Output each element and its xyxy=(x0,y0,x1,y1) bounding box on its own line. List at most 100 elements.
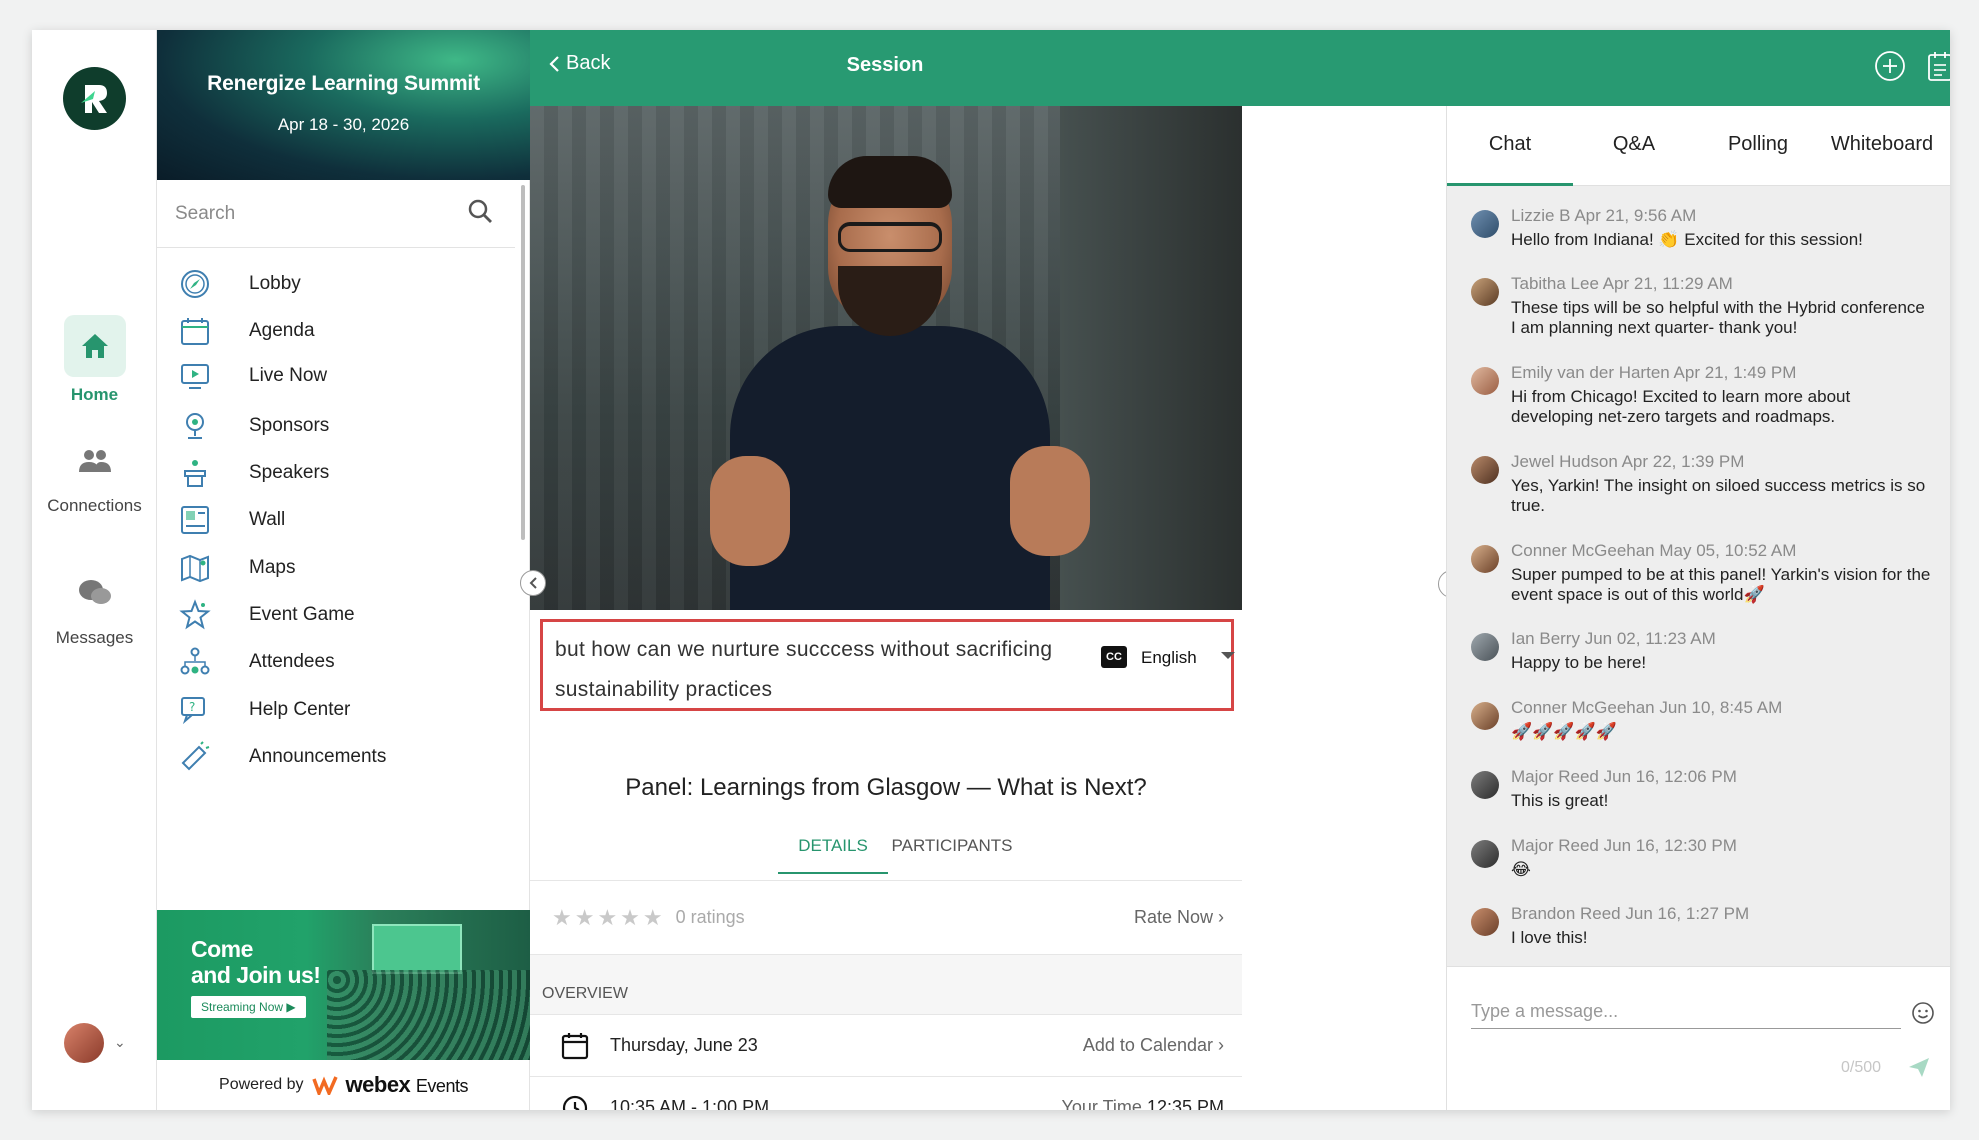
menu-item-attendees[interactable]: Attendees xyxy=(157,636,515,688)
avatar xyxy=(1471,633,1499,661)
menu-item-lobby[interactable]: Lobby xyxy=(157,258,515,310)
connections-icon xyxy=(78,450,111,472)
tab-participants[interactable]: PARTICIPANTS xyxy=(882,832,1022,874)
menu-item-announcements[interactable]: Announcements xyxy=(157,731,515,783)
event-banner: Renergize Learning Summit Apr 18 - 30, 2… xyxy=(157,30,530,180)
date-row: Thursday, June 23 Add to Calendar › xyxy=(530,1014,1242,1076)
chat-messages: Lizzie B Apr 21, 9:56 AM Hello from Indi… xyxy=(1447,186,1950,966)
page-title: Session xyxy=(846,54,924,76)
session-header: Back Session xyxy=(530,30,1950,106)
powered-by-label: Powered by xyxy=(219,1076,304,1093)
your-time: Your Time 12:35 PM xyxy=(1061,1097,1224,1110)
character-counter: 0/500 xyxy=(1841,1059,1882,1076)
megaphone-icon xyxy=(177,739,213,775)
ratings-count: 0 ratings xyxy=(675,907,745,927)
speaker-hand-left xyxy=(710,456,790,566)
search-icon[interactable] xyxy=(467,198,493,229)
video-player[interactable] xyxy=(530,106,1242,610)
rating-stars[interactable]: ★★★★★ xyxy=(552,905,666,931)
messages-icon xyxy=(78,580,111,604)
session-time: 10:35 AM - 1:00 PM xyxy=(610,1097,770,1110)
promo-stage-screen xyxy=(372,924,462,974)
rail-item-home[interactable]: Home xyxy=(32,315,157,405)
overview-heading: OVERVIEW xyxy=(530,954,1242,1014)
rail-item-messages[interactable]: Messages xyxy=(32,562,157,648)
compass-icon xyxy=(177,266,213,302)
avatar xyxy=(1471,771,1499,799)
promo-headline: Come and Join us! xyxy=(191,936,321,988)
podium-icon xyxy=(177,455,213,491)
notes-button[interactable] xyxy=(1922,48,1950,84)
collapse-menu-button[interactable] xyxy=(520,570,546,596)
session-content: but how can we nurture succcess without … xyxy=(530,106,1242,1110)
avatar xyxy=(1471,908,1499,936)
star-icon xyxy=(177,597,213,633)
avatar xyxy=(1471,367,1499,395)
menu-item-help-center[interactable]: ? Help Center xyxy=(157,684,515,736)
rail-item-label: Connections xyxy=(47,496,142,515)
avatar xyxy=(1471,840,1499,868)
session-tabs: DETAILS PARTICIPANTS xyxy=(530,832,1242,874)
webex-logo-icon xyxy=(311,1076,338,1095)
menu-item-event-game[interactable]: Event Game xyxy=(157,589,515,641)
avatar xyxy=(1471,545,1499,573)
rail-item-label: Messages xyxy=(55,628,134,647)
gallery-icon xyxy=(177,502,213,538)
session-date: Thursday, June 23 xyxy=(610,1035,758,1055)
rate-now-link[interactable]: Rate Now › xyxy=(1134,907,1224,928)
caption-text: but how can we nurture succcess without … xyxy=(555,638,1053,701)
avatar xyxy=(1471,210,1499,238)
chat-composer: 0/500 xyxy=(1447,966,1950,1110)
message-input[interactable] xyxy=(1471,995,1901,1029)
send-button[interactable] xyxy=(1907,1055,1931,1084)
event-menu: Renergize Learning Summit Apr 18 - 30, 2… xyxy=(157,30,530,1110)
chevron-down-icon[interactable]: ⌄ xyxy=(114,1034,126,1051)
tab-polling[interactable]: Polling xyxy=(1695,106,1821,186)
left-rail: Home Connections Messages ⌄ xyxy=(32,30,157,1110)
menu-item-maps[interactable]: Maps xyxy=(157,542,515,594)
monitor-icon xyxy=(177,358,213,394)
powered-by: Powered by webex Events xyxy=(157,1060,530,1110)
avatar xyxy=(1471,702,1499,730)
menu-item-live-now[interactable]: Live Now xyxy=(157,350,515,402)
emoji-icon[interactable] xyxy=(1911,1001,1935,1030)
add-button[interactable] xyxy=(1872,48,1908,84)
promo-banner[interactable]: Come and Join us! Streaming Now ▶ xyxy=(157,910,530,1060)
help-chat-icon: ? xyxy=(177,692,213,728)
rating-row: ★★★★★ 0 ratings Rate Now › xyxy=(530,880,1242,954)
menu-item-speakers[interactable]: Speakers xyxy=(157,447,515,499)
live-caption-box: but how can we nurture succcess without … xyxy=(540,619,1235,711)
menu-item-sponsors[interactable]: Sponsors xyxy=(157,400,515,452)
brand-logo[interactable] xyxy=(63,67,126,130)
chat-tabs: Chat Q&A Polling Whiteboard xyxy=(1447,106,1950,186)
chat-panel: Chat Q&A Polling Whiteboard Lizzie B Apr… xyxy=(1446,106,1950,1110)
plus-circle-icon xyxy=(1875,51,1905,81)
map-icon xyxy=(177,550,213,586)
logo-icon xyxy=(80,84,107,113)
add-to-calendar-link[interactable]: Add to Calendar › xyxy=(1083,1035,1224,1056)
tab-details[interactable]: DETAILS xyxy=(778,832,888,874)
people-network-icon xyxy=(177,644,213,680)
user-avatar[interactable] xyxy=(64,1023,104,1063)
avatar xyxy=(1471,456,1499,484)
rail-item-label: Home xyxy=(70,385,119,404)
tab-chat[interactable]: Chat xyxy=(1447,106,1573,186)
menu-item-wall[interactable]: Wall xyxy=(157,494,515,546)
event-dates: Apr 18 - 30, 2026 xyxy=(277,115,410,134)
tab-qa[interactable]: Q&A xyxy=(1571,106,1697,186)
home-icon xyxy=(81,334,108,358)
search-input[interactable] xyxy=(175,198,455,230)
session-title: Panel: Learnings from Glasgow — What is … xyxy=(625,774,1147,801)
tab-whiteboard[interactable]: Whiteboard xyxy=(1819,106,1945,186)
speaker-hair xyxy=(828,156,952,208)
rail-item-connections[interactable]: Connections xyxy=(32,430,157,516)
caption-language-select[interactable]: English xyxy=(1141,648,1197,668)
closed-caption-icon[interactable]: CC xyxy=(1101,646,1127,668)
caret-down-icon[interactable] xyxy=(1221,652,1235,659)
speaker-hand-right xyxy=(1010,446,1090,556)
streaming-now-button[interactable]: Streaming Now ▶ xyxy=(191,996,306,1018)
menu-scrollbar[interactable] xyxy=(521,185,525,540)
trophy-icon xyxy=(177,408,213,444)
time-row: 10:35 AM - 1:00 PM Your Time 12:35 PM xyxy=(530,1076,1242,1110)
app-window: Home Connections Messages ⌄ Renergize Le… xyxy=(32,30,1950,1110)
